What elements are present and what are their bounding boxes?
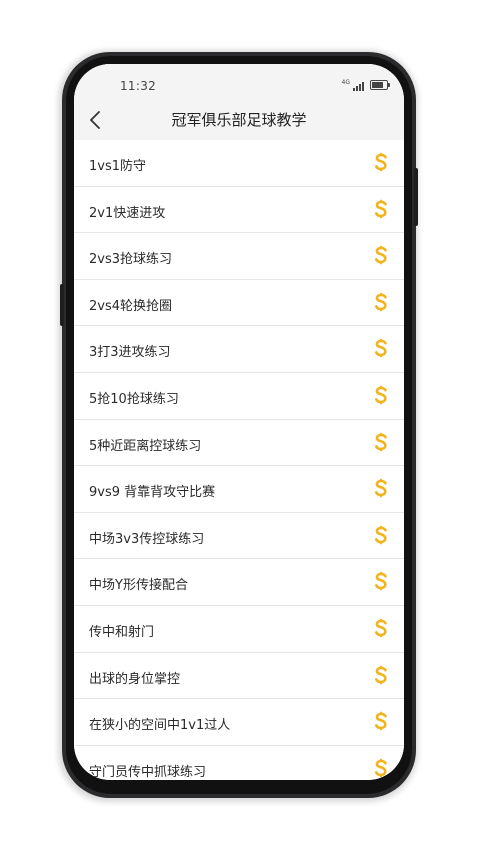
- s-coin-icon: [375, 339, 387, 358]
- s-coin-icon: [375, 618, 387, 638]
- list-item-label: 5种近距离控球练习: [89, 438, 202, 454]
- list-item[interactable]: 5抢10抢球练习: [74, 372, 404, 420]
- list-item[interactable]: 1vs1防守: [74, 140, 404, 187]
- list-item-label: 在狭小的空间中1v1过人: [89, 718, 231, 734]
- list-item-label: 中场3v3传控球练习: [89, 531, 205, 547]
- list-item-label: 2vs3抢球练习: [89, 252, 173, 268]
- list-item-label: 传中和射门: [89, 624, 155, 640]
- list-item[interactable]: 出球的身位掌控: [74, 652, 404, 700]
- signal-icon: [353, 81, 364, 91]
- list-item[interactable]: 守门员传中抓球练习: [74, 745, 404, 780]
- list-item-label: 1vs1防守: [89, 159, 147, 174]
- list-item[interactable]: 2v1快速进攻: [74, 186, 404, 234]
- s-coin-icon: [375, 385, 387, 405]
- page-title: 冠军俱乐部足球教学: [171, 111, 307, 129]
- list-item-label: 中场Y形传接配合: [89, 578, 188, 594]
- s-coin-icon: [375, 245, 387, 265]
- list-item-label: 守门员传中抓球练习: [89, 764, 207, 780]
- list-item-label: 5抢10抢球练习: [89, 391, 179, 407]
- top-bar: 11:32 4G 冠军俱乐部足球教学: [74, 64, 404, 140]
- s-coin-icon: [375, 758, 387, 777]
- list-item[interactable]: 9vs9 背靠背攻守比赛: [74, 466, 404, 513]
- s-coin-icon: [375, 665, 387, 684]
- network-type: 4G: [341, 79, 350, 86]
- s-coin-icon: [375, 199, 387, 218]
- list-item[interactable]: 2vs3抢球练习: [74, 233, 404, 280]
- list-item-label: 3打3进攻练习: [89, 345, 171, 361]
- s-coin-icon: [375, 478, 387, 498]
- battery-icon: [370, 80, 390, 90]
- list-item[interactable]: 2vs4轮换抢圈: [74, 279, 404, 327]
- phone-volume-button: [60, 284, 64, 326]
- status-icons: 4G: [341, 79, 390, 91]
- s-coin-icon: [375, 432, 387, 451]
- s-coin-icon: [375, 711, 387, 731]
- list-item-label: 9vs9 背靠背攻守比赛: [89, 485, 216, 501]
- list-item[interactable]: 在狭小的空间中1v1过人: [74, 699, 404, 746]
- s-coin-icon: [375, 152, 387, 172]
- list-item-label: 2vs4轮换抢圈: [89, 298, 173, 314]
- s-coin-icon: [375, 525, 387, 544]
- list-item[interactable]: 中场3v3传控球练习: [74, 512, 404, 560]
- lesson-list: 1vs1防守 2v1快速进攻 2vs3抢球练习 2vs4轮换抢圈 3打3进攻练习 5抢10…: [74, 140, 404, 780]
- list-item[interactable]: 3打3进攻练习: [74, 326, 404, 373]
- s-coin-icon: [375, 572, 387, 591]
- status-time: 11:32: [120, 79, 157, 93]
- list-item[interactable]: 中场Y形传接配合: [74, 559, 404, 606]
- app-screen: 11:32 4G 冠军俱乐部足球教学 1vs1防守 2v1快速进攻 2vs3抢球练习…: [74, 64, 404, 780]
- phone-side-button: [414, 168, 418, 226]
- list-item-label: 出球的身位掌控: [89, 671, 181, 687]
- list-item[interactable]: 5种近距离控球练习: [74, 419, 404, 467]
- s-coin-icon: [375, 292, 387, 311]
- list-item-label: 2v1快速进攻: [89, 205, 166, 221]
- list-item[interactable]: 传中和射门: [74, 605, 404, 653]
